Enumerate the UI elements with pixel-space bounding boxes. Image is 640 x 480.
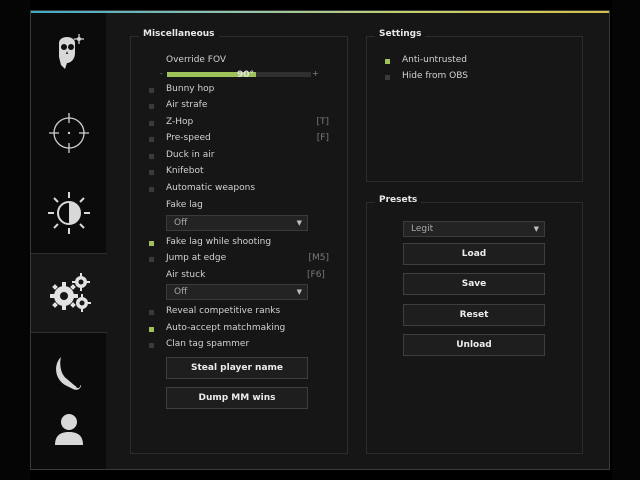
brightness-icon: [47, 192, 90, 234]
checkbox-box[interactable]: [149, 257, 154, 262]
skull-aim-icon: [58, 34, 84, 69]
checkbox-clan-tag-spammer[interactable]: Clan tag spammer: [147, 338, 333, 352]
dump-mm-wins-button[interactable]: Dump MM wins: [166, 387, 308, 409]
tab-aimbot[interactable]: [31, 93, 106, 173]
fake-lag-value: Off: [174, 218, 188, 228]
tab-players[interactable]: [31, 389, 106, 469]
fov-value: 90°: [237, 70, 255, 80]
misc-title: Miscellaneous: [139, 29, 219, 39]
checkbox-box[interactable]: [385, 75, 390, 80]
checkbox-box[interactable]: [149, 310, 154, 315]
hotkey-label[interactable]: [T]: [316, 117, 329, 127]
gears-icon: [50, 273, 91, 312]
checkbox-label: Knifebot: [166, 166, 204, 176]
steal-player-name-button[interactable]: Steal player name: [166, 357, 308, 379]
presets-group: Presets Legit ▼ Load Save Reset Unload: [366, 195, 583, 454]
checkbox-box[interactable]: [149, 121, 154, 126]
checkbox-box[interactable]: [149, 327, 154, 332]
rainbow-bar: [31, 11, 609, 13]
checkbox-label: Bunny hop: [166, 84, 215, 94]
air-stuck-hotkey[interactable]: [F6]: [307, 270, 325, 280]
misc-group: Miscellaneous Override FOV - 90° + Bunny…: [130, 29, 348, 454]
tab-visuals[interactable]: [31, 173, 106, 253]
fov-minus[interactable]: -: [160, 69, 163, 78]
reset-button[interactable]: Reset: [403, 304, 545, 326]
checkbox-box[interactable]: [149, 241, 154, 246]
checkbox-box[interactable]: [149, 187, 154, 192]
checkbox-box[interactable]: [149, 343, 154, 348]
checkbox-label: Hide from OBS: [402, 71, 468, 81]
chevron-down-icon: ▼: [296, 219, 302, 227]
checkbox-box[interactable]: [149, 137, 154, 142]
settings-title: Settings: [375, 29, 426, 39]
checkbox-jump-at-edge[interactable]: Jump at edge [M5]: [147, 252, 333, 266]
checkbox-label: Air strafe: [166, 100, 208, 110]
checkbox-box[interactable]: [149, 88, 154, 93]
load-button[interactable]: Load: [403, 243, 545, 265]
user-icon: [54, 414, 83, 445]
checkbox-label: Duck in air: [166, 150, 215, 160]
crosshair-icon: [48, 113, 89, 153]
checkbox-box[interactable]: [149, 170, 154, 175]
preset-select[interactable]: Legit ▼: [403, 221, 545, 237]
unload-button[interactable]: Unload: [403, 334, 545, 356]
checkbox-label: Z-Hop: [166, 117, 194, 127]
tab-rage[interactable]: [31, 13, 106, 93]
hotkey-label[interactable]: [F]: [317, 133, 329, 143]
checkbox-knifebot[interactable]: Knifebot: [147, 165, 333, 179]
checkbox-label: Reveal competitive ranks: [166, 306, 281, 316]
checkbox-air-strafe[interactable]: Air strafe: [147, 99, 333, 113]
sidebar: [31, 13, 107, 469]
air-stuck-value: Off: [174, 287, 188, 297]
checkbox-hide-from-obs[interactable]: Hide from OBS: [383, 70, 569, 84]
checkbox-label: Pre-speed: [166, 133, 211, 143]
preset-value: Legit: [411, 224, 434, 234]
checkbox-label: Fake lag while shooting: [166, 237, 272, 247]
air-stuck-select[interactable]: Off ▼: [166, 284, 308, 300]
checkbox-pre-speed[interactable]: Pre-speed [F]: [147, 132, 333, 146]
settings-group: Settings Anti-untrusted Hide from OBS: [366, 29, 583, 182]
checkbox-label: Automatic weapons: [166, 183, 256, 193]
background-right: [612, 0, 640, 480]
tab-misc[interactable]: [31, 253, 107, 333]
fake-lag-select[interactable]: Off ▼: [166, 215, 308, 231]
save-button[interactable]: Save: [403, 273, 545, 295]
checkbox-auto-accept[interactable]: Auto-accept matchmaking: [147, 322, 333, 336]
chevron-down-icon: ▼: [533, 225, 539, 233]
fake-lag-label: Fake lag: [166, 200, 203, 210]
checkbox-z-hop[interactable]: Z-Hop [T]: [147, 116, 333, 130]
checkbox-box[interactable]: [149, 104, 154, 109]
checkbox-label: Anti-untrusted: [402, 55, 467, 65]
checkbox-bunny-hop[interactable]: Bunny hop: [147, 83, 333, 97]
checkbox-label: Clan tag spammer: [166, 339, 250, 349]
checkbox-label: Auto-accept matchmaking: [166, 323, 286, 333]
checkbox-box[interactable]: [149, 154, 154, 159]
fov-label: Override FOV: [166, 55, 227, 65]
air-stuck-label: Air stuck: [166, 270, 206, 280]
menu-window: Miscellaneous Override FOV - 90° + Bunny…: [30, 10, 610, 470]
checkbox-box[interactable]: [385, 59, 390, 64]
fov-plus[interactable]: +: [312, 69, 319, 78]
checkbox-duck-in-air[interactable]: Duck in air: [147, 149, 333, 163]
checkbox-reveal-ranks[interactable]: Reveal competitive ranks: [147, 305, 333, 319]
checkbox-anti-untrusted[interactable]: Anti-untrusted: [383, 54, 569, 68]
checkbox-automatic-weapons[interactable]: Automatic weapons: [147, 182, 333, 196]
chevron-down-icon: ▼: [296, 288, 302, 296]
presets-title: Presets: [375, 195, 422, 205]
checkbox-fake-lag-while-shooting[interactable]: Fake lag while shooting: [147, 236, 333, 250]
hotkey-label[interactable]: [M5]: [308, 253, 329, 263]
checkbox-label: Jump at edge: [166, 253, 227, 263]
background-left: [0, 0, 30, 480]
